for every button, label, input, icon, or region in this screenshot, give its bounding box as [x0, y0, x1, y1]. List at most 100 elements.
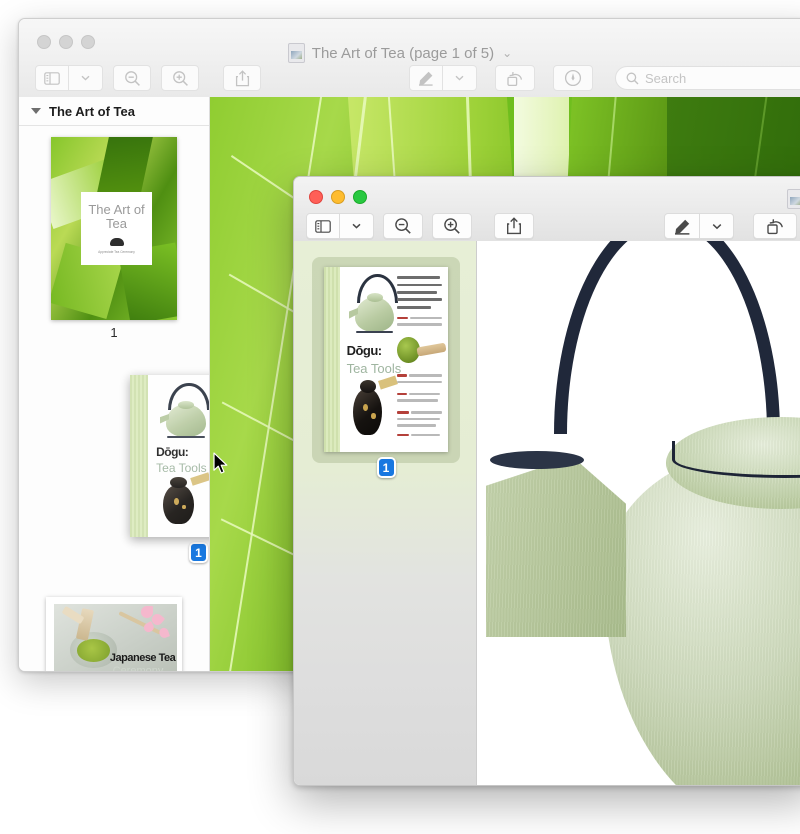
share-button[interactable]: [494, 213, 534, 239]
front-document-view[interactable]: [476, 241, 800, 785]
markup-pen-icon: [419, 71, 433, 86]
zoom-out-button[interactable]: [113, 65, 151, 91]
back-sidebar-group[interactable]: [35, 65, 103, 91]
body-text-line: [397, 276, 441, 280]
back-sidebar-header[interactable]: The Art of Tea: [19, 97, 209, 126]
page-subheadline: Tea Tools: [346, 361, 402, 377]
body-text-line: [397, 298, 442, 302]
cover-title-card: The Art of Tea Appreciate Tea Ceremony: [81, 191, 152, 266]
page-left-band: [324, 267, 341, 452]
page-dogu-content: Dōgu: Tea Tools: [148, 375, 209, 537]
document-proxy-icon[interactable]: [787, 189, 800, 209]
page-ceremony: Japanese Tea Ceremony 和 敬: [46, 597, 182, 671]
body-text-line: [411, 433, 441, 436]
sidebar-toggle-button[interactable]: [35, 65, 69, 91]
sidebar-toggle-icon: [315, 219, 331, 233]
thumbnail-page-badge: 1: [376, 457, 396, 478]
drag-count-badge: 1: [189, 542, 208, 563]
back-markup-group[interactable]: [409, 65, 477, 91]
markup-button[interactable]: [664, 213, 700, 239]
teapot-trivet: [356, 330, 393, 334]
chevron-down-icon[interactable]: ⌄: [502, 46, 512, 60]
disclosure-triangle-icon[interactable]: [31, 108, 41, 114]
zoom-out-button[interactable]: [383, 213, 423, 239]
search-field[interactable]: Search: [615, 66, 800, 90]
body-text-line: [397, 417, 441, 421]
chevron-down-icon: [352, 223, 361, 229]
back-thumbnail-list[interactable]: The Art of Tea Appreciate Tea Ceremony 1: [19, 125, 209, 671]
rotate-button[interactable]: [495, 65, 535, 91]
sidebar-toggle-icon: [44, 71, 60, 85]
drag-ghost-thumbnail[interactable]: Dōgu: Tea Tools 1: [130, 375, 209, 563]
zoom-in-button[interactable]: [161, 65, 199, 91]
sidebar-options-button[interactable]: [69, 65, 103, 91]
page-cover: The Art of Tea Appreciate Tea Ceremony: [51, 137, 177, 320]
front-window-body: Dōgu: Tea Tools 1: [294, 241, 800, 785]
minimize-window-button[interactable]: [331, 190, 345, 204]
page-dogu: Dōgu: Tea Tools: [324, 267, 448, 452]
chevron-down-icon: [712, 223, 721, 229]
zoom-in-button[interactable]: [432, 213, 472, 239]
body-text-line: [397, 305, 431, 309]
front-sidebar[interactable]: Dōgu: Tea Tools 1: [294, 241, 477, 785]
cover-title: The Art of Tea: [88, 201, 145, 232]
screen: The Art of Tea (page 1 of 5) ⌄ Search Th…: [0, 0, 800, 834]
page-headline: Dōgu:: [156, 444, 189, 459]
front-traffic-lights[interactable]: [309, 190, 367, 204]
back-toolbar-right[interactable]: Search: [409, 65, 800, 91]
teapot-spout: [486, 457, 626, 637]
back-sidebar[interactable]: The Art of Tea The Art of Tea Appreciate…: [19, 97, 210, 671]
markup-options-button[interactable]: [700, 213, 734, 239]
zoom-out-icon: [395, 218, 411, 234]
page-dogu-drag: Dōgu: Tea Tools: [130, 375, 209, 537]
zoom-window-button[interactable]: [353, 190, 367, 204]
teapot-spout-tip: [490, 451, 584, 469]
thumbnail-item-ceremony[interactable]: Japanese Tea Ceremony 和 敬: [19, 597, 209, 671]
front-markup-group[interactable]: [664, 213, 734, 239]
body-text-line: [410, 316, 442, 320]
body-text-line: [397, 380, 442, 384]
markup-options-button[interactable]: [443, 65, 477, 91]
back-window-title[interactable]: The Art of Tea (page 1 of 5) ⌄: [19, 43, 781, 63]
search-icon: [626, 72, 639, 84]
page-subheadline: Tea Tools: [156, 460, 207, 475]
back-window-title-text: The Art of Tea (page 1 of 5): [311, 44, 495, 62]
document-proxy-icon[interactable]: [287, 43, 305, 63]
thumbnail-item-cover[interactable]: The Art of Tea Appreciate Tea Ceremony 1: [19, 137, 209, 340]
body-text-line: [397, 323, 442, 326]
search-input[interactable]: Search: [645, 71, 686, 86]
annotate-button[interactable]: [553, 65, 593, 91]
caddy-decoration: [371, 413, 376, 419]
front-toolbar-left[interactable]: [306, 213, 534, 239]
teapot-logo-icon: [109, 238, 124, 247]
front-sidebar-group[interactable]: [306, 213, 374, 239]
sidebar-options-button[interactable]: [340, 213, 374, 239]
body-text-line: [409, 392, 441, 396]
back-toolbar-left[interactable]: [35, 65, 261, 91]
rotate-button[interactable]: [753, 213, 797, 239]
teapot-trivet: [166, 435, 205, 439]
back-sidebar-title: The Art of Tea: [49, 103, 135, 119]
tea-caddy-body: [353, 389, 383, 436]
front-toolbar-right[interactable]: [664, 213, 797, 239]
body-text-heading: [397, 374, 407, 377]
caddy-brush: [377, 375, 399, 390]
markup-button[interactable]: [409, 65, 443, 91]
body-text-heading: [397, 392, 407, 396]
body-text-line: [397, 399, 439, 402]
page-left-band: [130, 375, 148, 537]
preview-window-front[interactable]: Dōgu: Tea Tools 1: [293, 176, 800, 786]
zoom-in-icon: [172, 70, 188, 86]
page-dogu-content: Dōgu: Tea Tools: [340, 267, 448, 452]
green-cast-iron-teapot-photo: [476, 241, 800, 785]
chevron-down-icon: [455, 75, 464, 81]
page-headline: Japanese Tea: [109, 652, 176, 665]
sidebar-toggle-button[interactable]: [306, 213, 340, 239]
close-window-button[interactable]: [309, 190, 323, 204]
body-text-heading: [397, 433, 410, 436]
share-button[interactable]: [223, 65, 261, 91]
body-text-line: [409, 374, 442, 377]
body-text-line: [397, 283, 442, 287]
zoom-in-icon: [444, 218, 460, 234]
thumbnail-item-dogu[interactable]: Dōgu: Tea Tools 1: [324, 267, 448, 478]
